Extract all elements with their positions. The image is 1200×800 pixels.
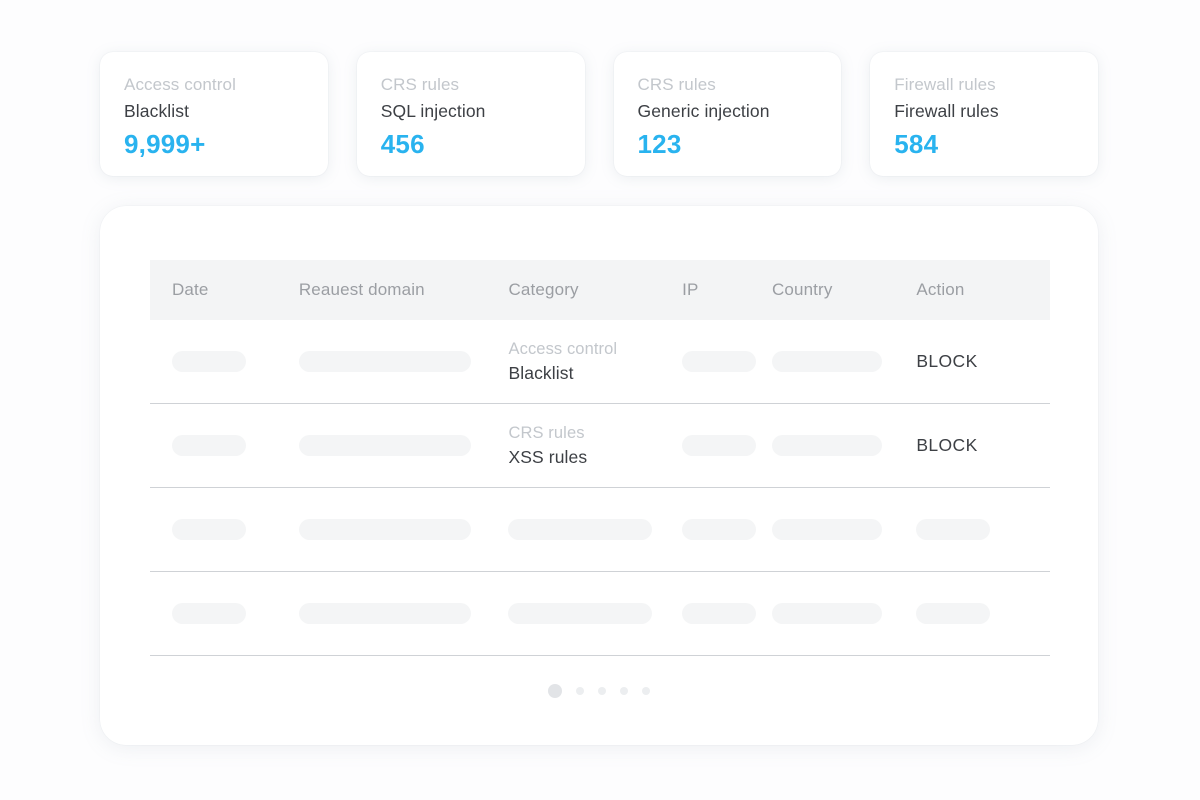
- cell-category: CRS rules XSS rules: [508, 421, 682, 470]
- cell-domain: [298, 519, 509, 540]
- skeleton-placeholder: [682, 519, 757, 540]
- skeleton-placeholder: [298, 519, 471, 540]
- column-header-date[interactable]: Date: [172, 280, 299, 300]
- skeleton-placeholder: [771, 603, 882, 624]
- column-header-category[interactable]: Category: [508, 280, 682, 300]
- cell-date: [172, 519, 299, 540]
- stat-card-subtitle: CRS rules: [380, 75, 460, 94]
- skeleton-placeholder: [172, 603, 246, 624]
- cell-country: [771, 435, 916, 456]
- stat-card-value: 584: [894, 129, 939, 159]
- table-row[interactable]: Access control Blacklist BLOCK: [150, 320, 1050, 404]
- skeleton-placeholder: [298, 351, 471, 372]
- cell-date: [172, 435, 299, 456]
- pagination-dot-5[interactable]: [642, 687, 650, 695]
- cell-action: BLOCK: [916, 351, 1050, 372]
- cell-country: [771, 519, 916, 540]
- stat-card-firewall-rules[interactable]: Firewall rules Firewall rules 584: [870, 52, 1098, 176]
- column-header-action[interactable]: Action: [916, 280, 1050, 300]
- category-subtitle: Access control: [508, 340, 618, 358]
- pagination-dot-1[interactable]: [548, 684, 562, 698]
- table-row[interactable]: [150, 488, 1050, 572]
- stat-card-generic-injection[interactable]: CRS rules Generic injection 123: [613, 52, 842, 176]
- skeleton-placeholder: [682, 351, 757, 372]
- cell-ip: [682, 519, 772, 540]
- stat-card-subtitle: CRS rules: [637, 75, 716, 94]
- category-label: Blacklist: [508, 363, 574, 383]
- skeleton-placeholder: [298, 603, 471, 624]
- stat-card-title: Generic injection: [637, 101, 770, 121]
- pagination-dot-2[interactable]: [576, 687, 584, 695]
- cell-ip: [682, 435, 772, 456]
- column-header-ip[interactable]: IP: [682, 280, 772, 300]
- cell-domain: [298, 351, 509, 372]
- skeleton-placeholder: [682, 435, 757, 456]
- cell-ip: [682, 351, 772, 372]
- cell-action: BLOCK: [916, 435, 1050, 456]
- stat-card-title: SQL injection: [380, 101, 486, 121]
- stat-card-blacklist[interactable]: Access control Blacklist 9,999+: [100, 52, 328, 176]
- column-header-country[interactable]: Country: [772, 280, 916, 300]
- cell-action: [916, 603, 1050, 624]
- skeleton-placeholder: [508, 519, 653, 540]
- category-subtitle: CRS rules: [508, 424, 585, 442]
- skeleton-placeholder: [172, 435, 246, 456]
- skeleton-placeholder: [172, 519, 246, 540]
- table-row[interactable]: CRS rules XSS rules BLOCK: [150, 404, 1050, 488]
- action-label: BLOCK: [916, 435, 978, 455]
- cell-date: [172, 351, 299, 372]
- cell-category: [508, 603, 682, 624]
- pagination-dots: [100, 684, 1098, 698]
- stat-card-sql-injection[interactable]: CRS rules SQL injection 456: [356, 52, 585, 176]
- table-header-row: Date Reauest domain Category IP Country …: [150, 260, 1050, 320]
- cell-category: Access control Blacklist: [508, 337, 682, 386]
- skeleton-placeholder: [771, 435, 882, 456]
- cell-date: [172, 603, 299, 624]
- cell-country: [771, 351, 916, 372]
- skeleton-placeholder: [771, 351, 882, 372]
- skeleton-placeholder: [298, 435, 471, 456]
- skeleton-placeholder: [771, 519, 882, 540]
- category-label: XSS rules: [508, 447, 588, 467]
- skeleton-placeholder: [508, 603, 653, 624]
- cell-country: [771, 603, 916, 624]
- cell-ip: [682, 603, 772, 624]
- cell-category: [508, 519, 682, 540]
- stat-card-title: Blacklist: [124, 101, 190, 121]
- stat-card-subtitle: Access control: [124, 75, 236, 94]
- pagination-dot-3[interactable]: [598, 687, 606, 695]
- cell-domain: [298, 435, 509, 456]
- stat-card-value: 456: [380, 129, 425, 159]
- table-row[interactable]: [150, 572, 1050, 656]
- log-panel: Date Reauest domain Category IP Country …: [100, 206, 1098, 745]
- skeleton-placeholder: [916, 519, 991, 540]
- skeleton-placeholder: [682, 603, 757, 624]
- pagination-dot-4[interactable]: [620, 687, 628, 695]
- stat-card-row: Access control Blacklist 9,999+ CRS rule…: [100, 52, 1098, 176]
- skeleton-placeholder: [172, 351, 246, 372]
- column-header-domain[interactable]: Reauest domain: [299, 280, 509, 300]
- skeleton-placeholder: [916, 603, 991, 624]
- stat-card-value: 123: [637, 129, 682, 159]
- cell-action: [916, 519, 1050, 540]
- action-label: BLOCK: [916, 351, 978, 371]
- stat-card-value: 9,999+: [124, 129, 206, 159]
- cell-domain: [298, 603, 509, 624]
- security-log-table: Date Reauest domain Category IP Country …: [150, 260, 1050, 656]
- stat-card-title: Firewall rules: [894, 101, 999, 121]
- stat-card-subtitle: Firewall rules: [894, 75, 996, 94]
